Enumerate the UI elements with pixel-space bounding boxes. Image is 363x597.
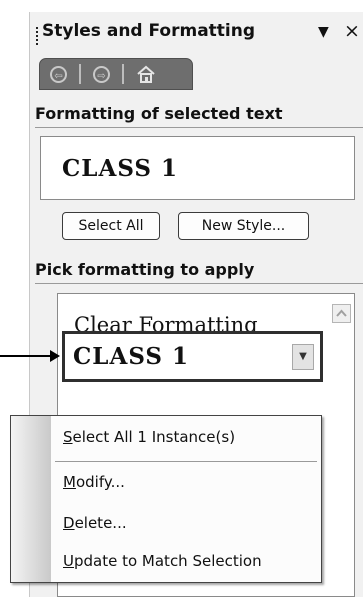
list-item-label: CLASS 1 xyxy=(73,343,190,370)
menu-divider xyxy=(55,461,317,462)
pick-formatting-heading: Pick formatting to apply xyxy=(35,260,255,279)
menu-item-delete[interactable]: Delete... xyxy=(63,514,127,532)
back-arrow-icon[interactable]: ⇦ xyxy=(50,65,67,83)
menu-item-update-to-match[interactable]: Update to Match Selection xyxy=(63,552,262,570)
menu-item-modify[interactable]: Modify... xyxy=(63,473,125,491)
selected-style-preview: CLASS 1 xyxy=(40,136,355,200)
pane-title: Styles and Formatting xyxy=(42,21,256,41)
section-divider xyxy=(35,283,363,284)
pane-menu-dropdown-icon[interactable]: ▼ xyxy=(318,24,329,40)
context-menu: Select All 1 Instance(s) Modify... Delet… xyxy=(10,415,322,583)
chevron-up-icon xyxy=(336,309,347,317)
pane-grip-handle[interactable] xyxy=(36,27,38,47)
task-pane-nav-bar: ⇦ ⇨ xyxy=(39,58,193,90)
pointer-arrow-head xyxy=(50,350,60,362)
nav-separator xyxy=(79,64,81,84)
forward-arrow-icon[interactable]: ⇨ xyxy=(93,65,110,83)
new-style-button[interactable]: New Style... xyxy=(178,212,309,240)
home-icon[interactable] xyxy=(136,65,156,83)
formatting-of-selected-text-heading: Formatting of selected text xyxy=(35,104,283,123)
list-item-class-1[interactable]: CLASS 1 ▼ xyxy=(62,331,323,382)
select-all-button[interactable]: Select All xyxy=(62,212,160,240)
chevron-down-icon[interactable]: ▼ xyxy=(292,344,314,370)
section-divider xyxy=(35,127,363,128)
menu-icon-strip xyxy=(11,416,51,582)
scroll-up-button[interactable] xyxy=(332,304,351,323)
nav-separator xyxy=(122,64,124,84)
pane-close-icon[interactable]: × xyxy=(344,20,360,42)
pointer-arrow xyxy=(0,355,52,357)
menu-item-select-all-instances[interactable]: Select All 1 Instance(s) xyxy=(63,428,235,446)
